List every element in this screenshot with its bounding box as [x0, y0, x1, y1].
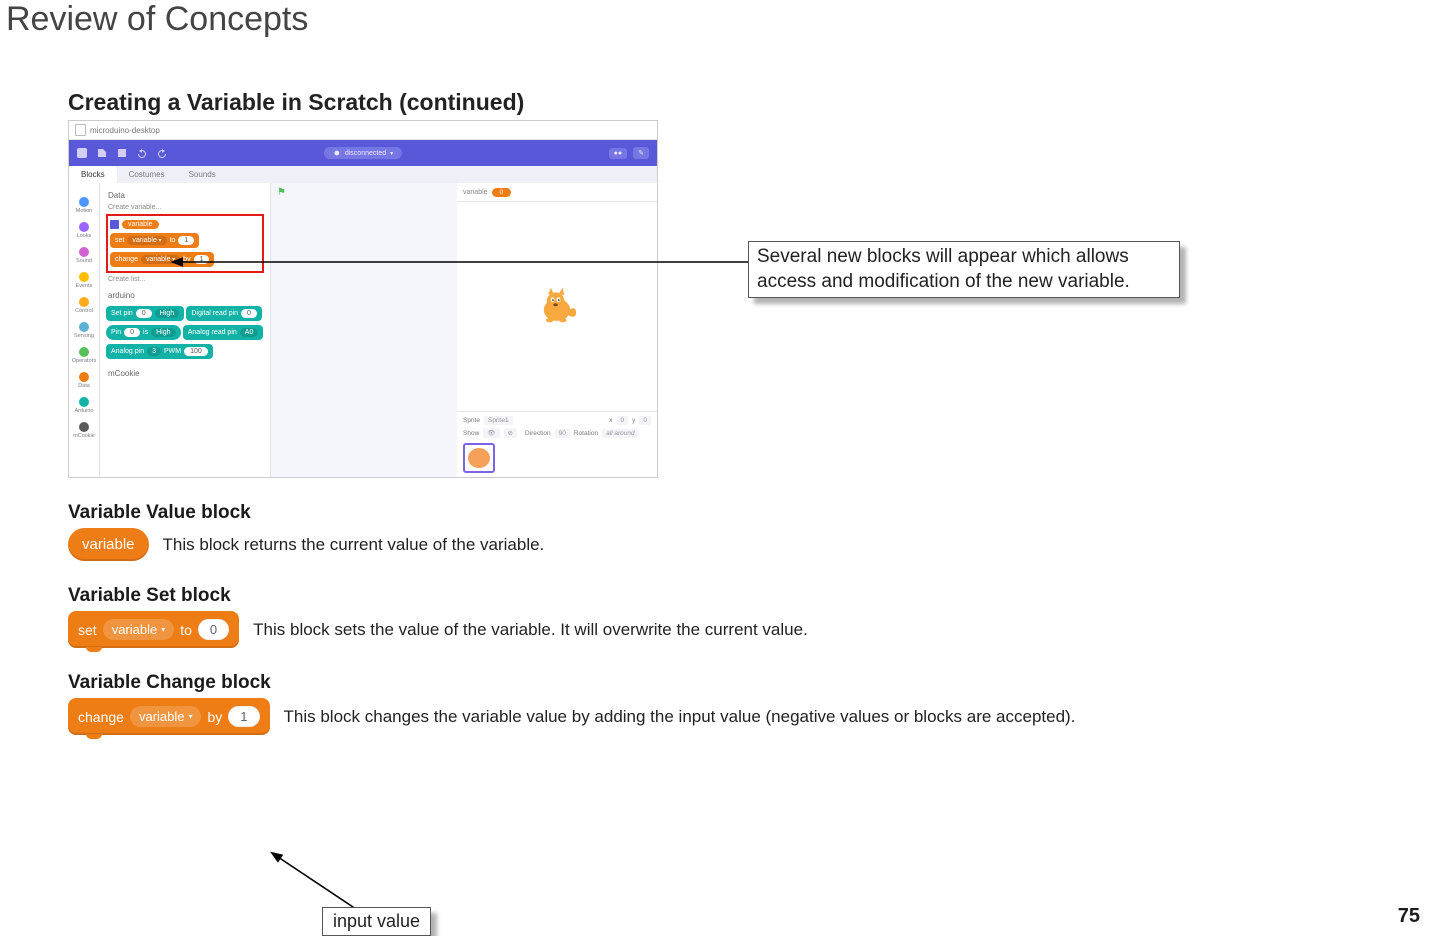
section-heading: Creating a Variable in Scratch (continue… — [68, 89, 1410, 116]
green-flag-icon[interactable]: ⚑ — [277, 187, 286, 198]
heading-change-block: Variable Change block — [68, 672, 1410, 694]
connection-pill[interactable]: disconnected ▾ — [324, 147, 402, 159]
stage-var-readout: 0 — [492, 188, 512, 197]
palette-header-arduino: arduino — [108, 291, 264, 300]
document-icon — [75, 124, 86, 136]
cat-control[interactable]: Control — [75, 297, 93, 314]
sprite-thumbnail[interactable] — [463, 443, 495, 473]
scratch-editor-screenshot: microduino-desktop — [68, 120, 658, 478]
cat-events[interactable]: Events — [76, 272, 93, 289]
cat-mcookie[interactable]: mCookie — [73, 422, 95, 439]
block-workspace[interactable]: ⚑ — [271, 183, 457, 477]
file-icon — [97, 148, 107, 158]
redo-icon — [157, 148, 167, 158]
cat-motion[interactable]: Motion — [76, 197, 93, 214]
desc-change-block: This block changes the variable value by… — [284, 707, 1076, 727]
editor-titlebar: microduino-desktop — [69, 121, 657, 140]
tab-costumes[interactable]: Costumes — [117, 166, 177, 183]
cat-sensing[interactable]: Sensing — [74, 322, 94, 339]
variable-value-block: variable — [68, 528, 149, 561]
arduino-setpin-block[interactable]: Set pin 0 High — [106, 306, 184, 321]
save-icon — [117, 148, 127, 158]
arrow-to-blocks — [178, 242, 758, 282]
arduino-pinis-block[interactable]: Pin 0 is High — [106, 325, 181, 340]
sprite-panel: Sprite Sprite1 x0 y0 Show 👁⊘ Direction90… — [457, 412, 657, 477]
cat-operators[interactable]: Operators — [72, 347, 96, 364]
palette-header-data: Data — [108, 191, 264, 200]
tab-blocks[interactable]: Blocks — [69, 166, 117, 183]
page-number: 75 — [1398, 905, 1420, 928]
connection-label: disconnected — [345, 150, 386, 157]
create-variable-link[interactable]: Create variable... — [108, 204, 264, 211]
desc-value-block: This block returns the current value of … — [163, 535, 545, 555]
block-palette: Data Create variable... variable set var… — [100, 183, 271, 477]
palette-var-value-block[interactable]: variable — [122, 220, 159, 229]
heading-value-block: Variable Value block — [68, 502, 1410, 524]
scratch-cat-sprite[interactable] — [535, 285, 579, 329]
stage-header: variable 0 — [457, 183, 657, 202]
arduino-analogread-block[interactable]: Analog read pin A0 — [183, 325, 264, 340]
menubar-right-button-2[interactable]: ✎ — [633, 147, 649, 159]
editor-menubar: disconnected ▾ ●● ✎ — [69, 140, 657, 166]
heading-set-block: Variable Set block — [68, 585, 1410, 607]
tab-sounds[interactable]: Sounds — [177, 166, 228, 183]
var-checkbox[interactable] — [110, 220, 119, 229]
cat-arduino[interactable]: Arduino — [75, 397, 94, 414]
callout-new-blocks: Several new blocks will appear which all… — [748, 241, 1180, 298]
variable-set-block: set variable▾ to 0 — [68, 611, 239, 648]
arduino-analogpwm-block[interactable]: Analog pin 3 PWM 100 — [106, 344, 213, 359]
category-rail: Motion Looks Sound Events Control Sensin… — [69, 183, 100, 477]
palette-header-mcookie: mCookie — [108, 369, 264, 378]
desc-set-block: This block sets the value of the variabl… — [253, 620, 808, 640]
undo-icon — [137, 148, 147, 158]
cat-sound[interactable]: Sound — [76, 247, 92, 264]
cat-data[interactable]: Data — [78, 372, 90, 389]
window-title: microduino-desktop — [90, 126, 160, 135]
arduino-digitalread-block[interactable]: Digital read pin 0 — [186, 306, 262, 321]
cat-looks[interactable]: Looks — [77, 222, 92, 239]
scratch-logo-icon — [77, 148, 87, 158]
page-title: Review of Concepts — [6, 0, 1440, 39]
menubar-right-button-1[interactable]: ●● — [609, 148, 627, 159]
stage[interactable] — [457, 202, 657, 412]
variable-change-block: change variable▾ by 1 — [68, 698, 270, 735]
